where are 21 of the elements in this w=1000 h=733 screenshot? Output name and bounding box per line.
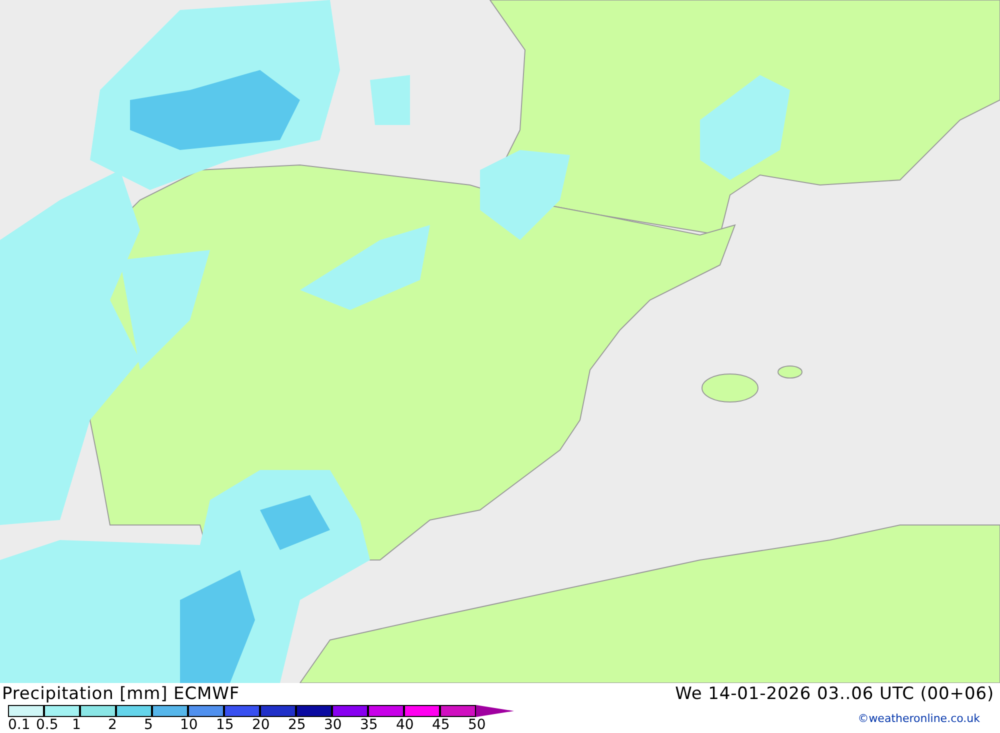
island <box>778 366 802 378</box>
legend-label: 0.5 <box>36 717 58 733</box>
credit-link[interactable]: ©weatheronline.co.uk <box>858 705 1000 728</box>
legend-label: 45 <box>432 717 450 733</box>
legend-label: 0.1 <box>8 717 30 733</box>
legend-label: 15 <box>216 717 234 733</box>
legend-label: 40 <box>396 717 414 733</box>
legend-label: 5 <box>144 717 153 733</box>
legend-label: 35 <box>360 717 378 733</box>
legend-label: 2 <box>108 717 117 733</box>
legend-label: 10 <box>180 717 198 733</box>
legend-label: 20 <box>252 717 270 733</box>
legend-label: 30 <box>324 717 342 733</box>
legend-label: 50 <box>468 717 486 733</box>
map-title: Precipitation [mm] ECMWF <box>2 683 240 705</box>
precipitation-area <box>370 75 410 125</box>
island <box>702 374 758 402</box>
valid-time: We 14-01-2026 03..06 UTC (00+06) <box>675 683 995 705</box>
heavy-precipitation-area <box>260 495 330 550</box>
legend-label: 25 <box>288 717 306 733</box>
legend-label: 1 <box>72 717 81 733</box>
